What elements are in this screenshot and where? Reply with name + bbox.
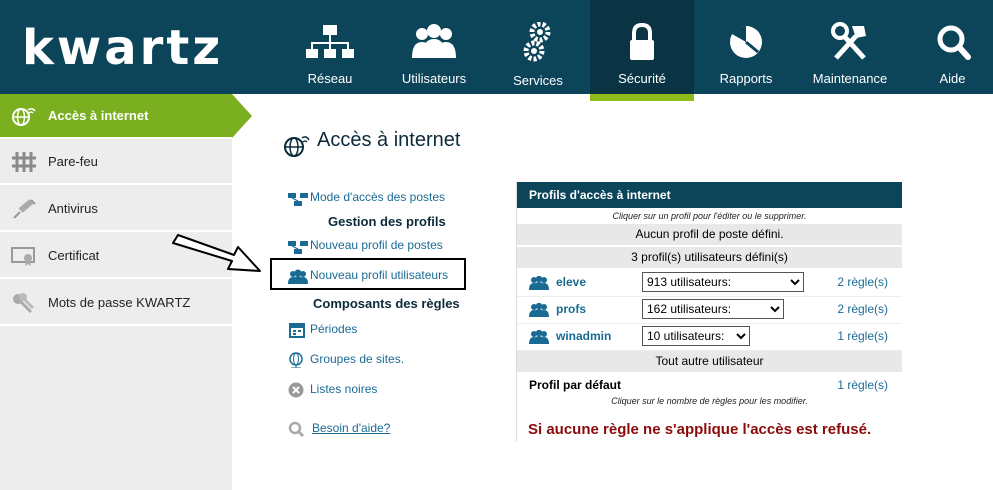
profile-row-profs: profs 162 utilisateurs: 2 règle(s): [517, 297, 902, 324]
network-icon: [288, 241, 308, 254]
pie-chart-icon: [730, 25, 762, 58]
users-icon: [288, 269, 308, 284]
profile-row-eleve: eleve 913 utilisateurs: 2 règle(s): [517, 270, 902, 297]
panel-header: Profils d'accès à internet: [517, 182, 902, 208]
rules-link[interactable]: 1 règle(s): [837, 378, 888, 392]
profile-name-link[interactable]: profs: [556, 302, 586, 316]
nav-label: Maintenance: [812, 71, 888, 86]
search-icon: [288, 421, 305, 437]
nav-securite[interactable]: Sécurité: [590, 0, 694, 101]
certificate-icon: [11, 247, 35, 266]
link-listes-noires[interactable]: Listes noires: [288, 382, 377, 398]
nav-label: Sécurité: [618, 71, 666, 86]
link-label: Nouveau profil de postes: [310, 238, 443, 252]
rules-link[interactable]: 2 règle(s): [837, 275, 888, 289]
firewall-icon: [12, 152, 36, 172]
globe-icon: [12, 107, 36, 126]
lock-icon: [630, 22, 654, 60]
nav-reseau[interactable]: Réseau: [282, 0, 378, 94]
magnifier-icon: [937, 25, 971, 60]
link-periodes[interactable]: Périodes: [288, 322, 357, 338]
page-title: Accès à internet: [317, 129, 461, 151]
profile-name-link[interactable]: winadmin: [556, 329, 611, 343]
hint-bottom: Cliquer sur le nombre de règles pour les…: [611, 396, 808, 406]
nav-aide[interactable]: Aide: [912, 0, 993, 94]
sidebar-active-arrow: [232, 94, 252, 138]
access-refused-message: Si aucune règle ne s'applique l'accès es…: [528, 421, 872, 438]
profile-name-link[interactable]: eleve: [556, 275, 586, 289]
link-mode-acces-postes[interactable]: Mode d'accès des postes: [288, 190, 446, 206]
kwartz-logo[interactable]: kwartz: [22, 22, 223, 74]
sidebar-item-label: Pare-feu: [48, 154, 98, 169]
users-icon: [412, 24, 456, 58]
network-icon: [288, 193, 308, 206]
sidebar-item-pare-feu[interactable]: Pare-feu: [0, 140, 232, 185]
syringe-icon: [13, 199, 36, 219]
users-dropdown[interactable]: 10 utilisateurs:: [642, 326, 750, 346]
gears-icon: [523, 22, 551, 62]
globe-icon: [284, 136, 310, 157]
nav-label: Aide: [939, 71, 966, 86]
link-label: Nouveau profil utilisateurs: [310, 268, 449, 282]
users-icon: [529, 276, 549, 290]
top-navigation: kwartz Réseau Utilisateurs Services Sécu…: [0, 0, 993, 101]
nav-label: Utilisateurs: [401, 71, 467, 86]
pointer-arrow-icon: [172, 234, 261, 272]
rules-link[interactable]: 2 règle(s): [837, 302, 888, 316]
profiles-panel: Profils d'accès à internet Cliquer sur u…: [517, 182, 902, 437]
nav-utilisateurs[interactable]: Utilisateurs: [386, 0, 482, 94]
link-besoin-aide[interactable]: Besoin d'aide?: [288, 421, 390, 437]
blacklist-icon: [288, 382, 304, 398]
sidebar-item-label: Certificat: [48, 248, 100, 263]
rules-link[interactable]: 1 règle(s): [837, 329, 888, 343]
nav-label: Services: [513, 73, 563, 88]
sidebar-item-label: Accès à internet: [48, 108, 149, 123]
users-dropdown[interactable]: 162 utilisateurs:: [642, 299, 784, 319]
no-poste-profile: Aucun profil de poste défini.: [517, 224, 902, 247]
nav-rapports[interactable]: Rapports: [698, 0, 794, 94]
nav-services[interactable]: Services: [490, 0, 586, 94]
other-users-row: Tout autre utilisateur: [517, 351, 902, 374]
sites-group-icon: [289, 352, 303, 368]
users-icon: [529, 330, 549, 344]
link-label: Mode d'accès des postes: [310, 190, 446, 204]
user-profile-count: 3 profil(s) utilisateurs défini(s): [517, 247, 902, 270]
nav-label: Rapports: [719, 71, 773, 86]
link-nouveau-profil-postes[interactable]: Nouveau profil de postes: [288, 238, 443, 254]
default-profile-row: Profil par défaut 1 règle(s): [517, 374, 902, 396]
users-icon: [529, 303, 549, 317]
tools-icon: [831, 22, 866, 60]
sidebar-item-mots-de-passe[interactable]: Mots de passe KWARTZ: [0, 281, 232, 326]
sidebar-item-label: Antivirus: [48, 201, 98, 216]
section-composants-regles: Composants des règles: [313, 296, 460, 311]
nav-label: Réseau: [307, 71, 353, 86]
nav-maintenance[interactable]: Maintenance: [802, 0, 898, 94]
default-profile-label: Profil par défaut: [529, 378, 622, 392]
sidebar-item-acces-internet[interactable]: Accès à internet: [0, 94, 232, 139]
sidebar: Accès à internet Pare-feu Antivirus Cert…: [0, 94, 232, 490]
hint-top: Cliquer sur un profil pour l'éditer ou l…: [612, 211, 807, 221]
network-icon: [306, 25, 354, 58]
profile-row-winadmin: winadmin 10 utilisateurs: 1 règle(s): [517, 324, 902, 351]
sidebar-item-label: Mots de passe KWARTZ: [48, 295, 191, 310]
section-gestion-profils: Gestion des profils: [328, 214, 446, 229]
keys-icon: [13, 293, 35, 314]
users-dropdown[interactable]: 913 utilisateurs:: [642, 272, 804, 292]
calendar-icon: [289, 323, 305, 338]
link-groupes-sites[interactable]: Groupes de sites.: [288, 352, 404, 368]
link-nouveau-profil-utilisateurs[interactable]: Nouveau profil utilisateurs: [288, 268, 449, 284]
sidebar-item-antivirus[interactable]: Antivirus: [0, 187, 232, 232]
